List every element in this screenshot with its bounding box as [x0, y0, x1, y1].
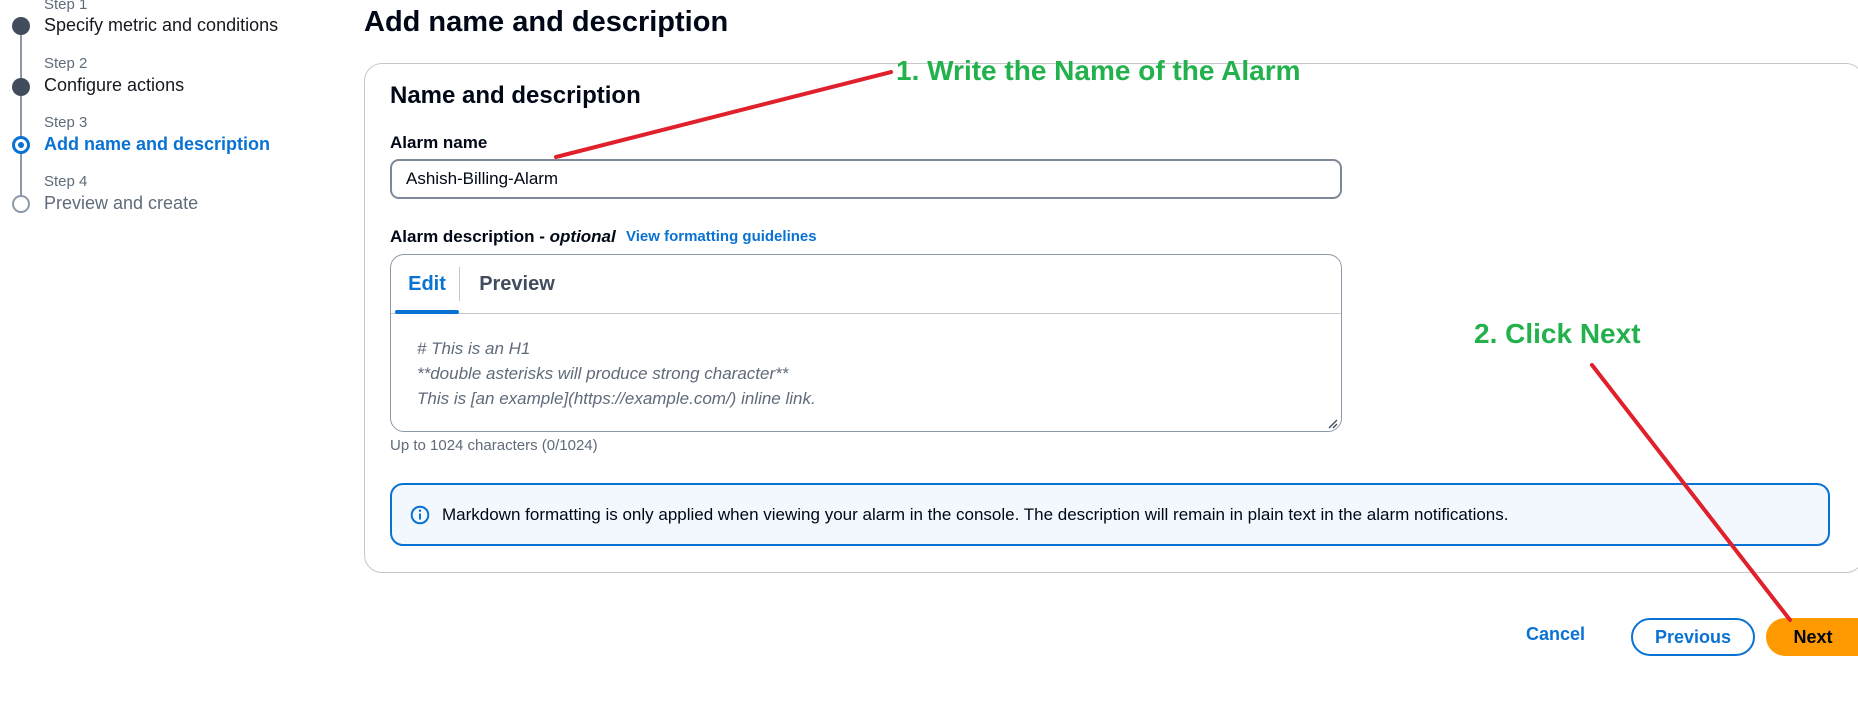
previous-button[interactable]: Previous: [1631, 618, 1755, 656]
placeholder-line: **double asterisks will produce strong c…: [417, 364, 789, 383]
tab-divider: [459, 267, 460, 301]
info-alert-text: Markdown formatting is only applied when…: [442, 505, 1509, 524]
editor-tabs: Edit Preview: [391, 255, 1341, 314]
alarm-name-input[interactable]: [390, 159, 1342, 199]
step-3-current-icon: [12, 136, 30, 154]
placeholder-line: This is [an example](https://example.com…: [417, 389, 816, 408]
description-textarea[interactable]: # This is an H1 **double asterisks will …: [391, 314, 1341, 431]
step-3-title-current: Add name and description: [44, 134, 271, 154]
cancel-button[interactable]: Cancel: [1526, 624, 1585, 645]
description-editor: Edit Preview # This is an H1 **double as…: [390, 254, 1342, 432]
step-4-title: Preview and create: [44, 193, 199, 213]
step-connector: [20, 91, 22, 137]
optional-label: optional: [549, 227, 616, 246]
step-connector: [20, 30, 22, 78]
wizard-page: Step 1 Specify metric and conditions Ste…: [0, 0, 1858, 713]
step-1-link[interactable]: Specify metric and conditions: [44, 15, 278, 36]
page-title: Add name and description: [364, 6, 729, 38]
step-2-number: Step 2: [44, 55, 88, 72]
step-connector: [20, 152, 22, 198]
tab-edit[interactable]: Edit: [395, 255, 459, 314]
info-icon: [410, 505, 430, 525]
view-formatting-guidelines-link[interactable]: View formatting guidelines: [626, 228, 817, 245]
step-2-completed-icon: [12, 78, 30, 96]
step-1-completed-icon: [12, 17, 30, 35]
step-4-upcoming-icon: [12, 195, 30, 213]
step-1-number: Step 1: [44, 0, 88, 13]
container-title: Name and description: [390, 82, 641, 109]
next-button[interactable]: Next: [1766, 618, 1858, 656]
character-count-hint: Up to 1024 characters (0/1024): [390, 437, 598, 454]
alarm-description-label-text: Alarm description -: [390, 227, 550, 246]
annotation-step-2: 2. Click Next: [1474, 318, 1641, 349]
placeholder-line: # This is an H1: [417, 339, 531, 358]
alarm-description-label: Alarm description - optional: [390, 227, 616, 247]
markdown-info-alert: Markdown formatting is only applied when…: [390, 483, 1830, 546]
annotation-step-1: 1. Write the Name of the Alarm: [896, 55, 1301, 86]
step-4-number: Step 4: [44, 173, 88, 190]
alarm-name-label: Alarm name: [390, 133, 488, 152]
step-3-number: Step 3: [44, 114, 88, 131]
wizard-steps-nav: Step 1 Specify metric and conditions Ste…: [0, 0, 330, 260]
resize-grip-icon[interactable]: [1328, 419, 1338, 429]
step-2-link[interactable]: Configure actions: [44, 75, 184, 96]
tab-preview[interactable]: Preview: [475, 255, 559, 313]
